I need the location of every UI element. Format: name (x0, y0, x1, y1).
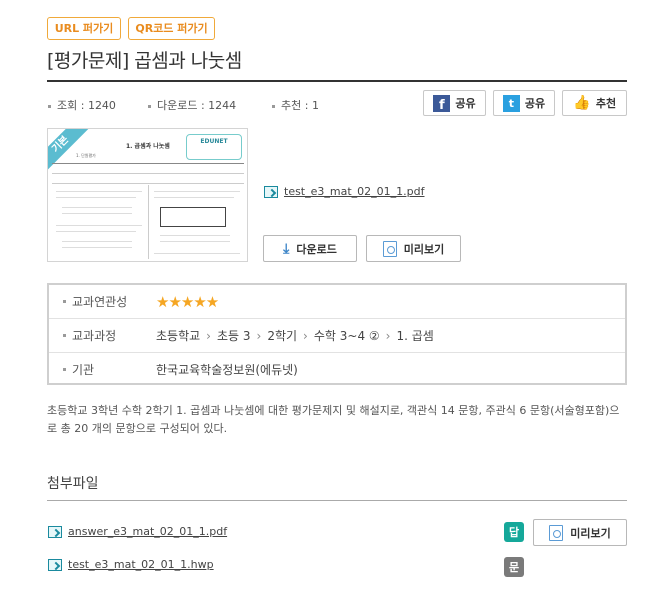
organization-label: 기관 (63, 361, 94, 378)
thumbnail-text-line (62, 247, 132, 248)
file-download-icon (48, 558, 62, 571)
attachment-file-name[interactable]: test_e3_mat_02_01_1.hwp (68, 558, 214, 571)
thumbnail-rule (52, 183, 244, 184)
curriculum-item: 초등학교 (156, 328, 201, 343)
curriculum-label: 교과과정 (63, 327, 116, 344)
organization-value: 한국교육학술정보원(에듀넷) (156, 362, 298, 377)
bullet-icon (48, 104, 51, 108)
info-row-curriculum: 교과과정 초등학교 › 초등 3 › 2학기 › 수학 3~4 ② › 1. 곱셈 (49, 318, 625, 351)
thumbnail-text-line (154, 197, 234, 198)
thumbs-up-icon: 👍 (573, 95, 591, 111)
thumbnail-text-line (62, 213, 132, 214)
answer-badge: 답 (504, 522, 524, 542)
file-download-icon (264, 185, 278, 198)
curriculum-item: 2학기 (267, 328, 298, 343)
thumbnail-text-line (62, 207, 132, 208)
attachments-heading: 첨부파일 (47, 476, 99, 492)
curriculum-label-text: 교과과정 (72, 328, 117, 343)
thumbnail-text-line (56, 231, 136, 232)
preview-label: 미리보기 (403, 242, 445, 256)
thumbnail-text-line (56, 191, 142, 192)
thumbnail-section: 1. 단원평가 (76, 153, 96, 158)
info-row-organization: 기관 한국교육학술정보원(에듀넷) (49, 352, 625, 385)
thumbnail-text-line (154, 191, 240, 192)
bullet-icon (272, 104, 275, 108)
thumbnail-text-line (56, 197, 136, 198)
relevance-label-text: 교과연관성 (72, 295, 128, 309)
chevron-right-icon: › (303, 328, 308, 343)
preview-button[interactable]: 미리보기 (366, 235, 461, 262)
thumbnail-logo: EDUNET (186, 134, 242, 160)
main-file-name[interactable]: test_e3_mat_02_01_1.pdf (284, 185, 425, 198)
info-row-relevance: 교과연관성 ★★★★★ (49, 285, 625, 318)
thumbnail-text-line (56, 225, 142, 226)
thumbnail-brand: EDUNET (200, 138, 228, 145)
curriculum-path: 초등학교 › 초등 3 › 2학기 › 수학 3~4 ② › 1. 곱셈 (156, 327, 434, 344)
preview-doc-icon (382, 240, 397, 257)
facebook-share-label: 공유 (455, 97, 476, 110)
attachment-preview-label: 미리보기 (570, 526, 611, 540)
chevron-right-icon: › (256, 328, 262, 343)
recommend-count-text: 추천 : 1 (281, 99, 319, 112)
thumbnail-rule (52, 173, 244, 174)
facebook-share-button[interactable]: f 공유 (423, 90, 486, 116)
download-button[interactable]: ⤓ 다운로드 (263, 235, 357, 262)
attachment-item[interactable]: test_e3_mat_02_01_1.hwp (48, 558, 214, 571)
thumbnail-box (160, 207, 226, 227)
twitter-share-button[interactable]: t 공유 (493, 90, 555, 116)
recommend-count: 추천 : 1 (272, 97, 319, 113)
chevron-right-icon: › (385, 328, 391, 343)
title-divider (47, 80, 627, 82)
bullet-icon (63, 367, 66, 371)
url-share-button[interactable]: URL 퍼가기 (47, 17, 121, 40)
attachment-file-name[interactable]: answer_e3_mat_02_01_1.pdf (68, 525, 227, 538)
thumbnail-text-line (154, 253, 240, 254)
thumbnail-text-line (62, 241, 132, 242)
bullet-icon (148, 104, 151, 108)
recommend-button[interactable]: 👍 추천 (562, 90, 627, 116)
attachment-item[interactable]: answer_e3_mat_02_01_1.pdf (48, 525, 227, 538)
question-badge: 문 (504, 557, 524, 577)
view-count-text: 조회 : 1240 (57, 99, 116, 112)
file-download-icon (48, 525, 62, 538)
facebook-icon: f (433, 94, 451, 112)
download-label: 다운로드 (296, 242, 337, 256)
info-table: 교과연관성 ★★★★★ 교과과정 초등학교 › 초등 3 › 2학기 › 수학 3~4 ② ›… (47, 283, 627, 385)
curriculum-item: 수학 3~4 ② (313, 328, 380, 343)
thumbnail-column-divider (148, 185, 149, 259)
preview-doc-icon (549, 524, 564, 541)
twitter-icon: t (502, 94, 520, 112)
attachments-divider (47, 500, 627, 501)
curriculum-item: 초등 3 (216, 328, 251, 343)
view-count: 조회 : 1240 (48, 97, 116, 113)
description-text: 초등학교 3학년 수학 2학기 1. 곱셈과 나눗셈에 대한 평가문제지 및 해… (47, 404, 620, 435)
main-file-link[interactable]: test_e3_mat_02_01_1.pdf (264, 185, 425, 198)
bullet-icon (63, 333, 66, 337)
thumbnail-rule (52, 163, 244, 164)
page-title: [평가문제] 곱셈과 나눗셈 (47, 50, 242, 72)
thumbnail-text-line (160, 241, 230, 242)
twitter-share-label: 공유 (524, 97, 546, 110)
attachment-preview-button[interactable]: 미리보기 (533, 519, 627, 546)
download-count: 다운로드 : 1244 (148, 97, 236, 113)
bullet-icon (63, 300, 66, 303)
document-thumbnail[interactable]: 기본 1. 곱셈과 나눗셈 EDUNET 1. 단원평가 (47, 128, 248, 262)
relevance-label: 교과연관성 (63, 293, 127, 310)
qr-share-button[interactable]: QR코드 퍼가기 (128, 17, 215, 40)
thumbnail-ribbon: 기본 (48, 129, 92, 176)
rating-stars: ★★★★★ (156, 292, 219, 311)
download-icon: ⤓ (283, 240, 290, 257)
curriculum-item: 1. 곱셈 (396, 328, 434, 343)
chevron-right-icon: › (206, 328, 211, 343)
recommend-label: 추천 (595, 97, 617, 110)
download-count-text: 다운로드 : 1244 (157, 99, 237, 112)
thumbnail-doc-title: 1. 곱셈과 나눗셈 (126, 143, 170, 150)
thumbnail-text-line (160, 235, 230, 236)
organization-label-text: 기관 (72, 362, 95, 377)
